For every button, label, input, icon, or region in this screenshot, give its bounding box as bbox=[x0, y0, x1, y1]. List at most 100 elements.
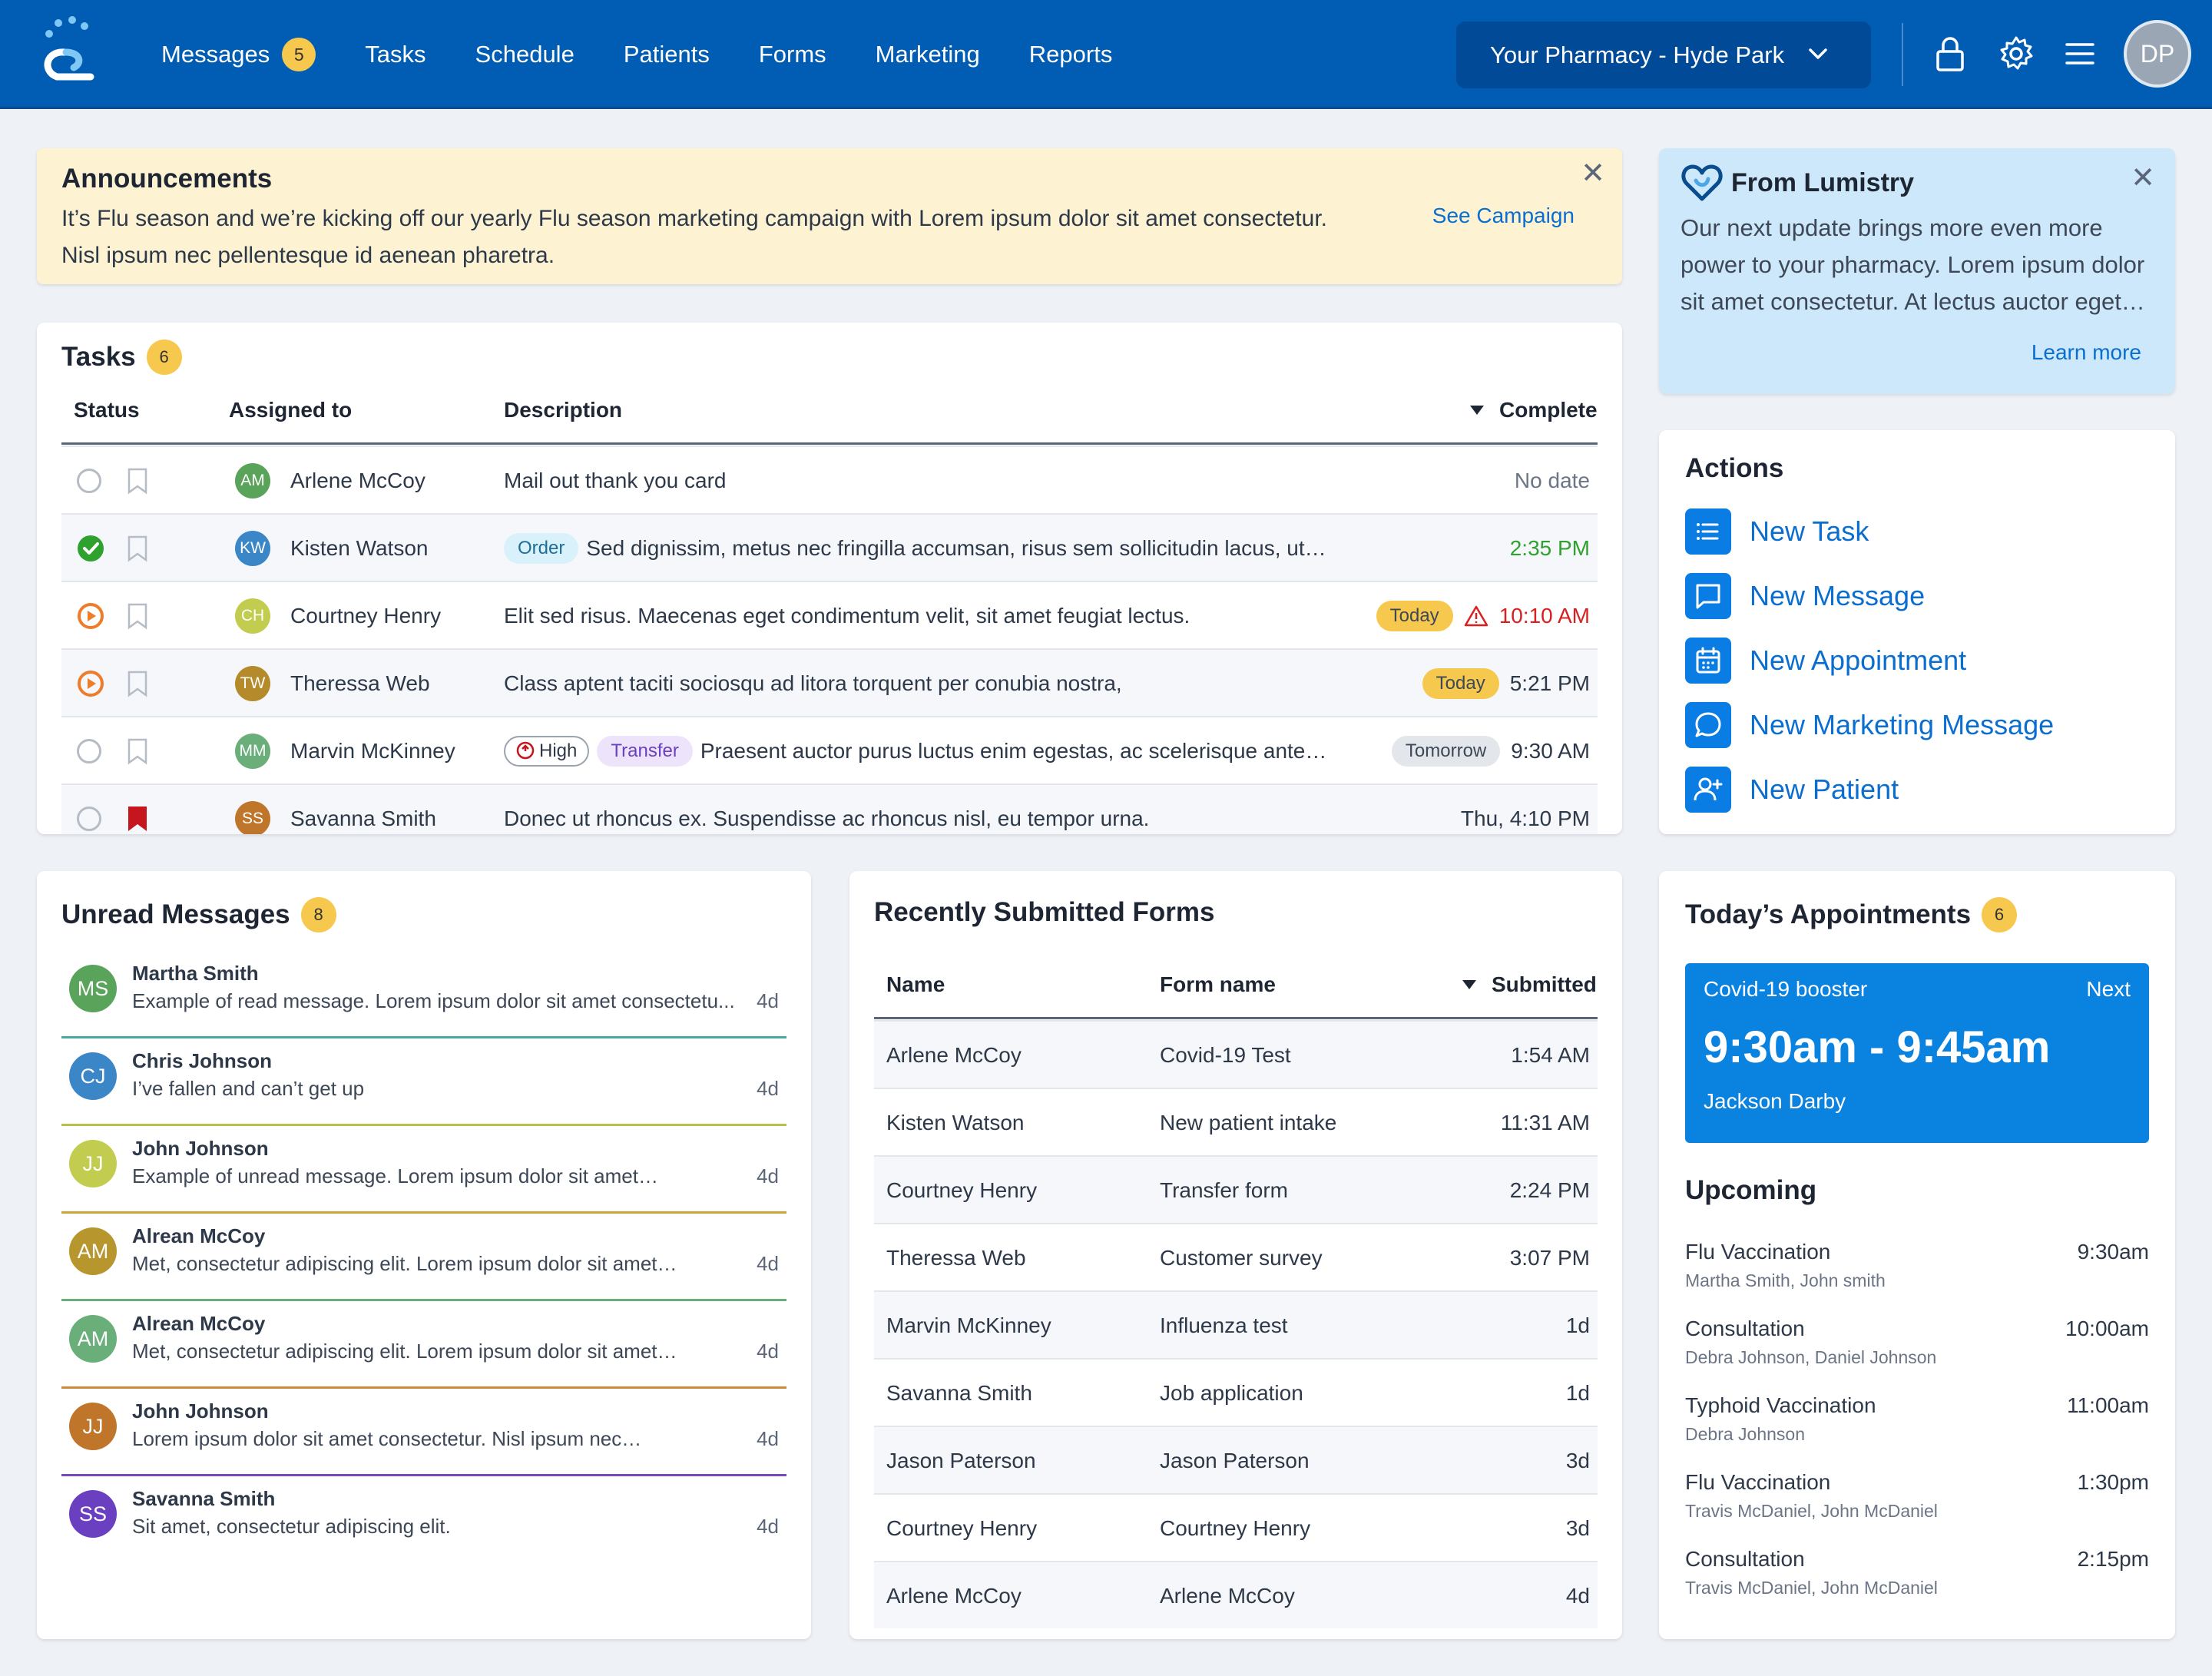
table-row[interactable]: TW Theressa Web Class aptent taciti socios… bbox=[61, 648, 1598, 716]
table-row[interactable]: SS Savanna Smith Donec ut rhoncus ex. Susp… bbox=[61, 783, 1598, 834]
tasks-card: Tasks 6 Status Assigned to Description Co… bbox=[37, 323, 1622, 834]
table-row[interactable]: Savanna Smith Job application 1d bbox=[874, 1358, 1598, 1426]
action-new-appointment-button[interactable]: New Appointment bbox=[1685, 638, 1966, 684]
table-row[interactable]: Arlene McCoy Covid-19 Test 1:54 AM bbox=[874, 1020, 1598, 1088]
appointments-title: Today’s Appointments 6 bbox=[1685, 897, 2018, 932]
status-complete-icon[interactable] bbox=[77, 535, 104, 562]
list-item[interactable]: JJ John Johnson Lorem ipsum dolor sit amet… bbox=[61, 1389, 786, 1476]
task-tag: High bbox=[504, 736, 590, 767]
table-row[interactable]: Arlene McCoy Arlene McCoy 4d bbox=[874, 1561, 1598, 1628]
nav-messages[interactable]: Messages 5 bbox=[161, 38, 316, 71]
nav-tasks-label: Tasks bbox=[365, 41, 426, 68]
column-description[interactable]: Description bbox=[504, 398, 622, 422]
actions-title: Actions bbox=[1685, 453, 1784, 483]
status-open-icon[interactable] bbox=[77, 807, 101, 831]
next-appointment-card[interactable]: Covid-19 booster Next 9:30am - 9:45am Ja… bbox=[1685, 963, 2149, 1143]
list-item[interactable]: MS Martha Smith Example of read message. L… bbox=[61, 951, 786, 1038]
assignee-name: Marvin McKinney bbox=[290, 739, 455, 763]
menu-icon[interactable] bbox=[2061, 35, 2099, 73]
bookmark-icon[interactable] bbox=[126, 670, 149, 697]
user-avatar[interactable]: DP bbox=[2124, 20, 2191, 88]
action-new-message-button[interactable]: New Message bbox=[1685, 573, 1925, 619]
status-open-icon[interactable] bbox=[77, 469, 101, 493]
message-time: 4d bbox=[757, 1515, 779, 1538]
form-name: Customer survey bbox=[1160, 1246, 1323, 1270]
task-complete-time: 10:10 AM bbox=[1498, 604, 1590, 628]
message-preview: Met, consectetur adipiscing elit. Lorem … bbox=[132, 1252, 677, 1275]
upcoming-appointment[interactable]: Consultation 10:00am Debra Johnson, Daniel… bbox=[1685, 1317, 2149, 1378]
upcoming-appointment[interactable]: Flu Vaccination 1:30pm Travis McDaniel, Jo… bbox=[1685, 1470, 2149, 1532]
unread-messages-title: Unread Messages 8 bbox=[61, 897, 336, 932]
chevron-down-icon bbox=[1809, 48, 1827, 59]
column-status[interactable]: Status bbox=[74, 398, 140, 422]
form-name: New patient intake bbox=[1160, 1111, 1337, 1134]
bookmark-icon[interactable] bbox=[126, 737, 149, 765]
assignee-name: Savanna Smith bbox=[290, 807, 436, 830]
nav-forms[interactable]: Forms bbox=[759, 41, 826, 68]
pharmacy-selector[interactable]: Your Pharmacy - Hyde Park bbox=[1456, 22, 1871, 88]
status-in-progress-icon[interactable] bbox=[77, 602, 104, 630]
column-submitted[interactable]: Submitted bbox=[1461, 972, 1597, 997]
list-item[interactable]: AM Alrean McCoy Met, consectetur adipiscin… bbox=[61, 1214, 786, 1301]
close-icon[interactable]: ✕ bbox=[1581, 159, 1605, 188]
appointments-count-badge: 6 bbox=[1982, 897, 2018, 932]
due-chip: Today bbox=[1422, 668, 1499, 699]
nav-reports[interactable]: Reports bbox=[1029, 41, 1113, 68]
appointment-name: Typhoid Vaccination bbox=[1685, 1393, 1876, 1417]
bookmark-filled-icon[interactable] bbox=[126, 805, 149, 833]
table-row[interactable]: Courtney Henry Courtney Henry 3d bbox=[874, 1493, 1598, 1561]
action-label: New Task bbox=[1750, 515, 1869, 547]
app-logo[interactable] bbox=[35, 15, 98, 89]
column-name[interactable]: Name bbox=[886, 972, 945, 997]
column-assigned-to[interactable]: Assigned to bbox=[229, 398, 352, 422]
action-new-patient-button[interactable]: New Patient bbox=[1685, 767, 1899, 813]
list-item[interactable]: JJ John Johnson Example of unread message.… bbox=[61, 1126, 786, 1214]
table-row[interactable]: AM Arlene McCoy Mail out thank you card No … bbox=[61, 445, 1598, 513]
column-form-name[interactable]: Form name bbox=[1160, 972, 1276, 997]
appointment-time: 1:30pm bbox=[2077, 1470, 2149, 1494]
nav-schedule-label: Schedule bbox=[475, 41, 575, 68]
task-complete-time: 2:35 PM bbox=[1509, 536, 1590, 560]
appointment-name: Flu Vaccination bbox=[1685, 1470, 1831, 1494]
upcoming-appointment[interactable]: Typhoid Vaccination 11:00am Debra Johnson bbox=[1685, 1393, 2149, 1455]
table-row[interactable]: Courtney Henry Transfer form 2:24 PM bbox=[874, 1155, 1598, 1223]
lock-icon[interactable] bbox=[1931, 35, 1969, 73]
nav-patients[interactable]: Patients bbox=[624, 41, 710, 68]
assignee-avatar: MM bbox=[235, 734, 270, 769]
table-row[interactable]: KW Kisten Watson Order Sed dignissim, metus… bbox=[61, 513, 1598, 581]
sender-name: Alrean McCoy bbox=[132, 1312, 266, 1335]
status-in-progress-icon[interactable] bbox=[77, 670, 104, 697]
upcoming-appointment[interactable]: Consultation 2:15pm Travis McDaniel, John … bbox=[1685, 1547, 2149, 1608]
list-item[interactable]: SS Savanna Smith Sit amet, consectetur adi… bbox=[61, 1476, 786, 1564]
table-row[interactable]: MM Marvin McKinney High Transfer Praesent au… bbox=[61, 716, 1598, 783]
see-campaign-link[interactable]: See Campaign bbox=[1432, 204, 1575, 228]
nav-schedule[interactable]: Schedule bbox=[475, 41, 575, 68]
column-complete[interactable]: Complete bbox=[1469, 398, 1598, 422]
close-icon[interactable]: ✕ bbox=[2131, 164, 2155, 193]
table-row[interactable]: CH Courtney Henry Elit sed risus. Maecenas… bbox=[61, 581, 1598, 648]
sender-name: Savanna Smith bbox=[132, 1487, 276, 1510]
bookmark-icon[interactable] bbox=[126, 535, 149, 562]
form-submitted-time: 2:24 PM bbox=[1509, 1178, 1590, 1202]
status-open-icon[interactable] bbox=[77, 739, 101, 763]
table-row[interactable]: Jason Paterson Jason Paterson 3d bbox=[874, 1426, 1598, 1493]
bookmark-icon[interactable] bbox=[126, 602, 149, 630]
bookmark-icon[interactable] bbox=[126, 467, 149, 495]
sender-name: Martha Smith bbox=[132, 962, 259, 985]
list-item[interactable]: AM Alrean McCoy Met, consectetur adipiscin… bbox=[61, 1301, 786, 1389]
table-row[interactable]: Kisten Watson New patient intake 11:31 AM bbox=[874, 1088, 1598, 1155]
actions-card: Actions New Task New Message New Appointme… bbox=[1659, 430, 2175, 834]
learn-more-link[interactable]: Learn more bbox=[2032, 340, 2141, 365]
form-submitted-time: 3:07 PM bbox=[1509, 1246, 1590, 1270]
gear-icon[interactable] bbox=[1997, 35, 2035, 73]
appointment-name: Consultation bbox=[1685, 1547, 1805, 1571]
nav-tasks[interactable]: Tasks bbox=[365, 41, 426, 68]
table-row[interactable]: Marvin McKinney Influenza test 1d bbox=[874, 1290, 1598, 1358]
action-new-task-button[interactable]: New Task bbox=[1685, 508, 1869, 555]
action-new-marketing-message-button[interactable]: New Marketing Message bbox=[1685, 702, 2054, 748]
list-item[interactable]: CJ Chris Johnson I’ve fallen and can’t get… bbox=[61, 1038, 786, 1126]
table-row[interactable]: Theressa Web Customer survey 3:07 PM bbox=[874, 1223, 1598, 1290]
nav-marketing[interactable]: Marketing bbox=[876, 41, 980, 68]
bubble-icon bbox=[1685, 702, 1731, 748]
upcoming-appointment[interactable]: Flu Vaccination 9:30am Martha Smith, John … bbox=[1685, 1240, 2149, 1301]
